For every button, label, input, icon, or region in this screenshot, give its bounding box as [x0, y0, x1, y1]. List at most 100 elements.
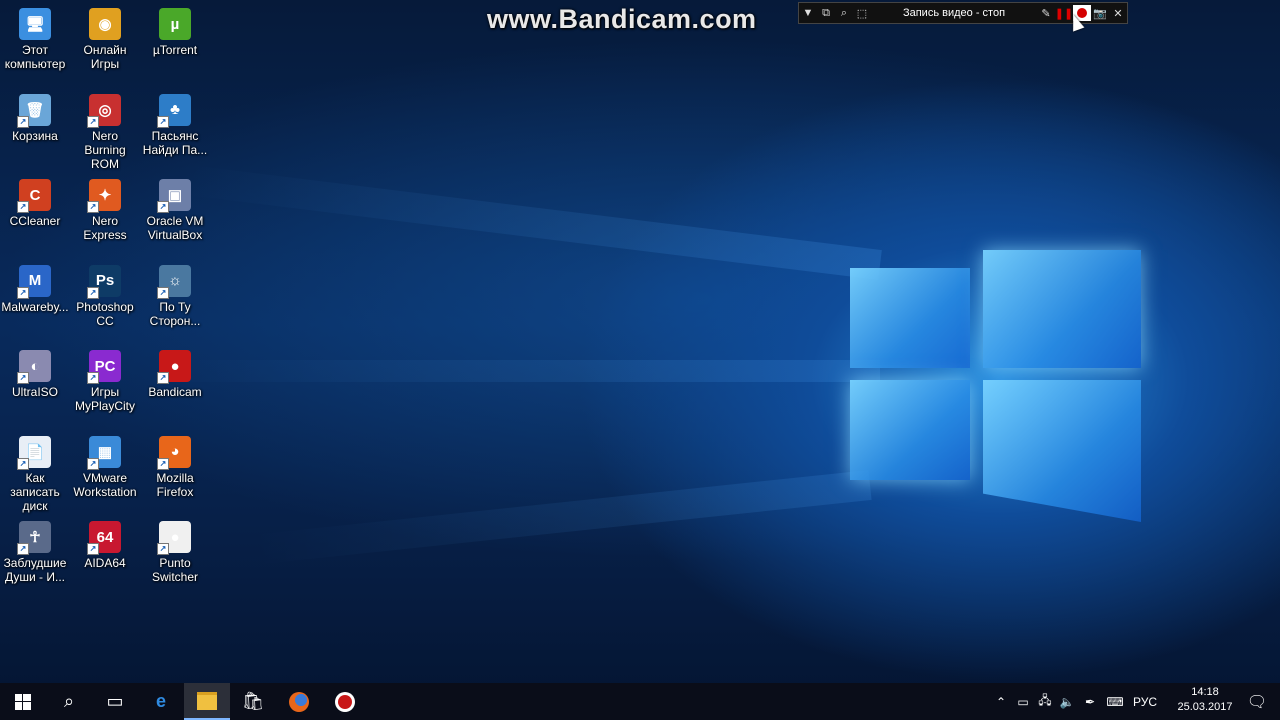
desktop-icon-vmware[interactable]: ▦ ↗ VMware Workstation: [70, 431, 140, 513]
po-tu-storonu-icon: ☼ ↗: [157, 264, 191, 299]
battery-icon[interactable]: ▭: [1012, 695, 1034, 709]
vmware-icon: ▦ ↗: [87, 435, 121, 470]
store-icon[interactable]: 🛍: [230, 683, 276, 720]
firefox-icon[interactable]: [276, 683, 322, 720]
solitaire-icon: ♣ ↗: [157, 93, 191, 128]
shortcut-arrow-icon: ↗: [157, 115, 169, 128]
desktop-icon-how-to-record[interactable]: 📄 ↗ Как записать диск: [0, 431, 70, 513]
desktop-icon-malwarebytes[interactable]: M ↗ Malwareby...: [0, 260, 70, 342]
shortcut-arrow-icon: ↗: [17, 372, 29, 384]
desktop-icon-ultraiso[interactable]: ◐ ↗ UltraISO: [0, 345, 70, 427]
desktop-icon-label: Корзина: [12, 128, 58, 143]
language-indicator[interactable]: РУС: [1128, 695, 1162, 709]
this-pc-icon: 🖥: [19, 8, 51, 40]
pencil-icon[interactable]: ✎: [1037, 4, 1055, 22]
wallpaper-light-beam: [150, 360, 880, 382]
clock-time: 14:18: [1191, 686, 1219, 698]
desktop-icon-recycle-bin[interactable]: 🗑 ↗ Корзина: [0, 89, 70, 171]
desktop-icon-label: Bandicam: [148, 385, 202, 399]
desktop-icon-bandicam[interactable]: ● ↗ Bandicam: [140, 345, 210, 427]
start-icon[interactable]: [0, 683, 46, 720]
recycle-bin-icon: 🗑 ↗: [17, 93, 51, 128]
keyboard-icon[interactable]: ⌨: [1102, 695, 1128, 709]
clock[interactable]: 14:18 25.03.2017: [1172, 685, 1238, 715]
wallpaper-light-beam: [183, 164, 882, 280]
shortcut-arrow-icon: ↗: [17, 201, 29, 213]
desktop-icon-label: Nero Burning ROM: [84, 128, 126, 171]
shortcut-arrow-icon: ↗: [17, 115, 29, 128]
chevron-up-icon[interactable]: ⌃: [990, 695, 1012, 709]
wallpaper-light-beam: [251, 470, 872, 565]
windows-logo-pane: [850, 268, 970, 368]
desktop-icon-label: CCleaner: [9, 214, 61, 228]
aida64-icon: 64 ↗: [87, 521, 121, 555]
shortcut-arrow-icon: ↗: [17, 457, 29, 470]
shortcut-arrow-icon: ↗: [87, 457, 99, 470]
desktop-icon-ccleaner[interactable]: C ↗ CCleaner: [0, 174, 70, 256]
bandicam-icon[interactable]: [322, 683, 368, 720]
desktop-icon-nero-express[interactable]: ✦ ↗ Nero Express: [70, 174, 140, 256]
ultraiso-icon: ◐ ↗: [17, 350, 51, 384]
desktop-icon-zabludshie-dushi[interactable]: ☥ ↗ Заблудшие Души - И...: [0, 516, 70, 598]
volume-icon[interactable]: 🔈: [1056, 695, 1078, 709]
pen-icon[interactable]: ✒: [1078, 695, 1102, 709]
action-center-icon[interactable]: 🗨: [1234, 683, 1280, 720]
desktop-icon-label: Этот компьютер: [4, 43, 66, 71]
windows-logo: [845, 228, 1145, 528]
desktop-icon-label: Заблудшие Души - И...: [3, 556, 67, 584]
desktop-icon-label: Photoshop CC: [76, 299, 134, 328]
desktop-icon-label: Пасьянс Найди Па...: [142, 128, 208, 157]
shortcut-arrow-icon: ↗: [87, 115, 99, 128]
how-to-record-icon: 📄 ↗: [17, 435, 51, 470]
search-icon[interactable]: ⌕: [835, 4, 853, 22]
close-icon[interactable]: ✕: [1109, 4, 1127, 22]
task-view-icon[interactable]: ▭: [92, 683, 138, 720]
shortcut-arrow-icon: ↗: [157, 201, 169, 213]
photoshop-icon: Ps ↗: [87, 264, 121, 299]
desktop-icon-po-tu-storonu[interactable]: ☼ ↗ По Ту Сторон...: [140, 260, 210, 342]
shortcut-arrow-icon: ↗: [87, 286, 99, 299]
bandicam-status-title: Запись видео - стоп: [902, 7, 1006, 19]
search-icon[interactable]: ⌕: [46, 683, 92, 720]
desktop-icon-label: VMware Workstation: [73, 470, 137, 499]
desktop-icon-virtualbox[interactable]: ▣ ↗ Oracle VM VirtualBox: [140, 174, 210, 256]
shortcut-arrow-icon: ↗: [87, 201, 99, 213]
nero-burning-rom-icon: ◎ ↗: [87, 93, 121, 128]
virtualbox-icon: ▣ ↗: [157, 179, 191, 213]
shortcut-arrow-icon: ↗: [157, 372, 169, 384]
desktop-icon-this-pc[interactable]: 🖥 Этот компьютер: [0, 3, 70, 85]
region-icon[interactable]: ⬚: [853, 4, 871, 22]
camera-icon[interactable]: 📷: [1091, 4, 1109, 22]
shortcut-arrow-icon: ↗: [157, 457, 169, 470]
shortcut-arrow-icon: ↗: [157, 543, 169, 555]
desktop-icon-aida64[interactable]: 64 ↗ AIDA64: [70, 516, 140, 598]
desktop-icon-label: UltraISO: [11, 385, 58, 399]
desktop-icon-label: AIDA64: [84, 556, 126, 570]
clock-date: 25.03.2017: [1177, 701, 1233, 713]
desktop-icon-label: Malwareby...: [1, 299, 69, 314]
bandicam-watermark: www.Bandicam.com: [487, 4, 757, 34]
desktop-icon-label: Punto Switcher: [151, 556, 198, 584]
network-icon[interactable]: 🖧: [1034, 691, 1056, 712]
desktop-icon-solitaire[interactable]: ♣ ↗ Пасьянс Найди Па...: [140, 89, 210, 171]
shortcut-arrow-icon: ↗: [17, 543, 29, 555]
file-explorer-icon[interactable]: [184, 683, 230, 720]
edge-icon[interactable]: e: [138, 683, 184, 720]
desktop-icon-label: Онлайн Игры: [83, 43, 127, 71]
desktop-icon-photoshop[interactable]: Ps ↗ Photoshop CC: [70, 260, 140, 342]
dropdown-icon[interactable]: ▼: [799, 4, 817, 22]
desktop-icon-online-games[interactable]: ◉ Онлайн Игры: [70, 3, 140, 85]
shortcut-arrow-icon: ↗: [87, 372, 99, 384]
window-icon[interactable]: ⧉: [817, 4, 835, 22]
bandicam-icon: ● ↗: [157, 350, 191, 384]
utorrent-icon: µ: [159, 8, 191, 40]
shortcut-arrow-icon: ↗: [87, 543, 99, 555]
desktop-icon-myplaycity[interactable]: PC ↗ Игры MyPlayCity: [70, 345, 140, 427]
desktop-icon-utorrent[interactable]: µ µTorrent: [140, 3, 210, 85]
desktop-icon-punto-switcher[interactable]: ● ↗ Punto Switcher: [140, 516, 210, 598]
desktop-icon-firefox[interactable]: ◕ ↗ Mozilla Firefox: [140, 431, 210, 513]
desktop-icon-nero-burning-rom[interactable]: ◎ ↗ Nero Burning ROM: [70, 89, 140, 171]
windows-logo-pane: [983, 250, 1141, 368]
shortcut-arrow-icon: ↗: [157, 286, 169, 299]
desktop-icon-label: Oracle VM VirtualBox: [146, 214, 204, 242]
